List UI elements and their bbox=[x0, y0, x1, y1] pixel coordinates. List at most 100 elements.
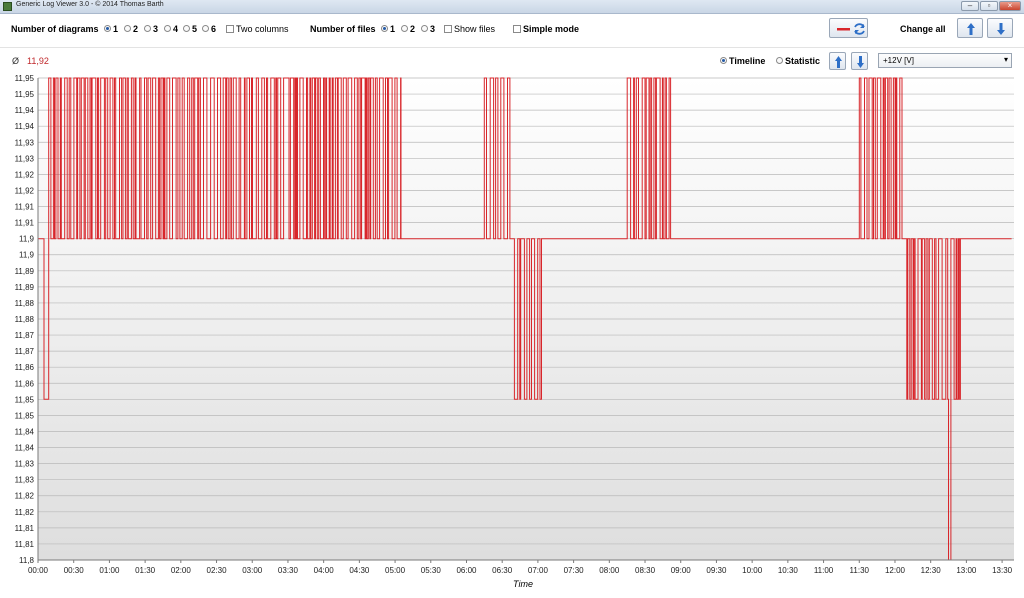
line-color-refresh-icon bbox=[837, 23, 865, 35]
x-tick-label: 05:30 bbox=[421, 566, 442, 575]
y-tick-label: 11,89 bbox=[15, 267, 35, 276]
x-tick-label: 13:30 bbox=[992, 566, 1013, 575]
move-diagram-down-button[interactable] bbox=[851, 52, 868, 70]
y-tick-label: 11,81 bbox=[15, 540, 35, 549]
x-tick-label: 04:30 bbox=[349, 566, 370, 575]
statistic-label: Statistic bbox=[785, 56, 821, 66]
diagrams-radio-5-label: 5 bbox=[192, 24, 198, 34]
y-tick-label: 11,92 bbox=[15, 170, 35, 179]
x-tick-label: 10:00 bbox=[742, 566, 763, 575]
x-tick-label: 09:00 bbox=[671, 566, 692, 575]
show-files-label: Show files bbox=[454, 24, 496, 34]
two-columns-checkbox[interactable] bbox=[226, 25, 234, 33]
y-tick-label: 11,88 bbox=[15, 315, 35, 324]
simple-mode-label: Simple mode bbox=[523, 24, 580, 34]
toolbar: Number of diagrams 1 2 3 4 5 6 Two colum… bbox=[0, 14, 1024, 46]
diagrams-radio-6[interactable] bbox=[202, 25, 209, 32]
app-icon bbox=[3, 2, 12, 11]
y-tick-label: 11,95 bbox=[15, 74, 35, 83]
line-color-refresh-button[interactable] bbox=[829, 18, 868, 38]
x-tick-label: 08:30 bbox=[635, 566, 656, 575]
move-up-all-button[interactable] bbox=[957, 18, 983, 38]
y-tick-label: 11,84 bbox=[15, 427, 35, 436]
y-tick-label: 11,93 bbox=[15, 154, 35, 163]
arrow-up-icon bbox=[835, 56, 842, 68]
files-label: Number of files bbox=[310, 24, 376, 34]
files-radio-3[interactable] bbox=[421, 25, 428, 32]
close-icon[interactable]: × bbox=[999, 1, 1021, 11]
diagrams-radio-3-label: 3 bbox=[153, 24, 159, 34]
x-tick-label: 13:00 bbox=[956, 566, 977, 575]
arrow-up-icon bbox=[967, 23, 975, 35]
files-radio-1-label: 1 bbox=[390, 24, 396, 34]
channel-select[interactable]: +12V [V] ▾ bbox=[878, 53, 1012, 68]
y-tick-label: 11,91 bbox=[15, 203, 35, 212]
title-bar: Generic Log Viewer 3.0 - © 2014 Thomas B… bbox=[0, 0, 1024, 14]
y-tick-label: 11,94 bbox=[15, 122, 35, 131]
files-radio-1[interactable] bbox=[381, 25, 388, 32]
files-radio-2[interactable] bbox=[401, 25, 408, 32]
y-tick-label: 11,88 bbox=[15, 299, 35, 308]
timeline-radio[interactable] bbox=[720, 57, 727, 64]
window-title: Generic Log Viewer 3.0 - © 2014 Thomas B… bbox=[16, 1, 164, 8]
x-tick-label: 11:00 bbox=[814, 566, 834, 575]
diagrams-label: Number of diagrams bbox=[11, 24, 99, 34]
diagrams-radio-3[interactable] bbox=[144, 25, 151, 32]
x-tick-label: 08:00 bbox=[599, 566, 620, 575]
average-value: 11,92 bbox=[27, 56, 49, 66]
y-tick-label: 11,83 bbox=[15, 476, 35, 485]
x-tick-label: 03:30 bbox=[278, 566, 299, 575]
simple-mode-checkbox[interactable] bbox=[513, 25, 521, 33]
y-tick-label: 11,86 bbox=[15, 379, 35, 388]
average-symbol: Ø bbox=[12, 56, 20, 66]
y-tick-label: 11,87 bbox=[15, 347, 35, 356]
y-tick-label: 11,93 bbox=[15, 138, 35, 147]
change-all-label: Change all bbox=[900, 24, 946, 34]
diagrams-radio-5[interactable] bbox=[183, 25, 190, 32]
y-tick-label: 11,9 bbox=[19, 251, 35, 260]
statistic-radio[interactable] bbox=[776, 57, 783, 64]
arrow-down-icon bbox=[997, 23, 1005, 35]
channel-select-value: +12V [V] bbox=[883, 56, 914, 65]
x-tick-label: 00:30 bbox=[64, 566, 85, 575]
diagrams-radio-4[interactable] bbox=[164, 25, 171, 32]
y-tick-label: 11,82 bbox=[15, 508, 35, 517]
y-tick-label: 11,85 bbox=[15, 395, 35, 404]
x-tick-label: 12:30 bbox=[921, 566, 942, 575]
x-tick-label: 01:30 bbox=[135, 566, 156, 575]
x-tick-label: 06:30 bbox=[492, 566, 513, 575]
x-tick-label: 05:00 bbox=[385, 566, 406, 575]
x-tick-label: 02:30 bbox=[207, 566, 228, 575]
diagrams-radio-1-label: 1 bbox=[113, 24, 119, 34]
move-down-all-button[interactable] bbox=[987, 18, 1013, 38]
y-tick-label: 11,9 bbox=[19, 235, 35, 244]
toolbar-separator bbox=[0, 47, 1024, 48]
y-tick-label: 11,84 bbox=[15, 444, 35, 453]
y-tick-label: 11,83 bbox=[15, 460, 35, 469]
diagrams-radio-1[interactable] bbox=[104, 25, 111, 32]
move-diagram-up-button[interactable] bbox=[829, 52, 846, 70]
diagrams-radio-2[interactable] bbox=[124, 25, 131, 32]
y-tick-label: 11,85 bbox=[15, 411, 35, 420]
chevron-down-icon: ▾ bbox=[1003, 55, 1008, 64]
y-tick-label: 11,87 bbox=[15, 331, 35, 340]
x-tick-label: 11:30 bbox=[850, 566, 870, 575]
y-tick-label: 11,92 bbox=[15, 186, 35, 195]
show-files-checkbox[interactable] bbox=[444, 25, 452, 33]
y-tick-label: 11,91 bbox=[15, 219, 35, 228]
diagrams-radio-2-label: 2 bbox=[133, 24, 139, 34]
y-tick-label: 11,95 bbox=[15, 90, 35, 99]
diagrams-radio-4-label: 4 bbox=[173, 24, 179, 34]
two-columns-label: Two columns bbox=[236, 24, 289, 34]
x-tick-label: 02:00 bbox=[171, 566, 192, 575]
x-tick-label: 09:30 bbox=[706, 566, 727, 575]
y-tick-label: 11,82 bbox=[15, 492, 35, 501]
minimize-icon[interactable]: – bbox=[961, 1, 979, 11]
y-tick-label: 11,86 bbox=[15, 363, 35, 372]
y-tick-label: 11,94 bbox=[15, 106, 35, 115]
maximize-icon[interactable]: ▫ bbox=[980, 1, 998, 11]
x-tick-label: 03:00 bbox=[242, 566, 263, 575]
timeline-chart: 11,8 11,81 11,81 11,82 11,82 11,83 11,83 11,84 1… bbox=[15, 74, 1014, 589]
x-axis-title: Time bbox=[513, 579, 533, 589]
x-tick-label: 04:00 bbox=[314, 566, 335, 575]
